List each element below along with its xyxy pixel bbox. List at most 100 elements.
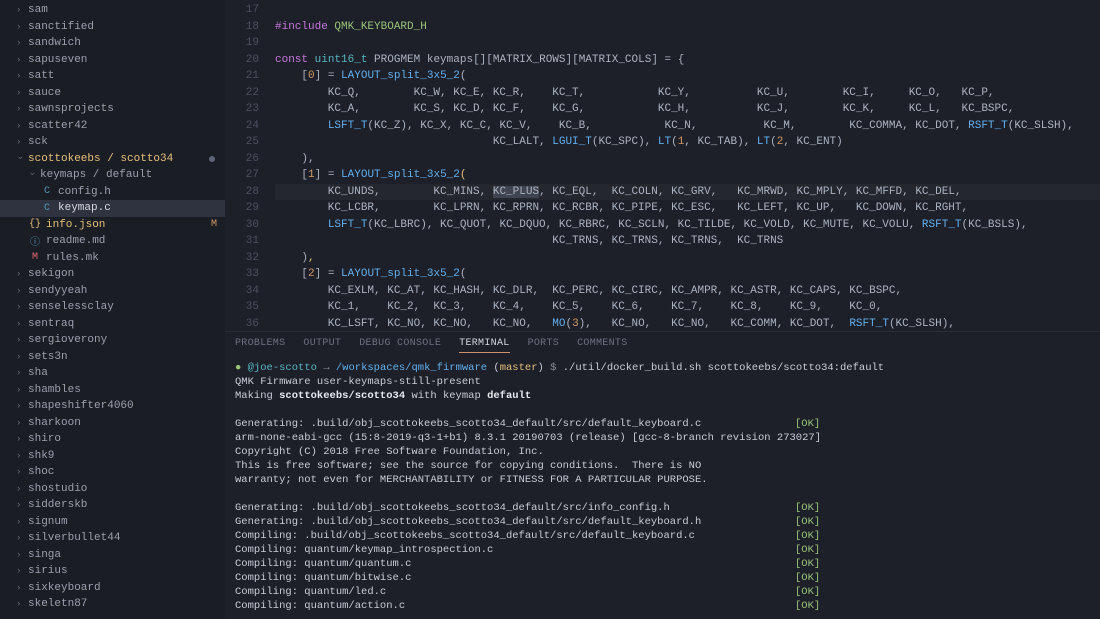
tree-item-label: silverbullet44 [28, 532, 120, 544]
folder-satt[interactable]: ›satt [0, 68, 225, 85]
code-line-23[interactable]: KC_A, KC_S, KC_D, KC_F, KC_G, KC_H, KC_J… [275, 101, 1100, 118]
terminal-output[interactable]: ● @joe-scotto → /workspaces/qmk_firmware… [225, 357, 1100, 619]
folder-sandwich[interactable]: ›sandwich [0, 35, 225, 52]
folder-shiro[interactable]: › shiro [0, 431, 225, 448]
file-info-json[interactable]: {}info.jsonM [0, 217, 225, 234]
folder-sets3n[interactable]: ›sets3n [0, 349, 225, 366]
chevron-right-icon: › [16, 286, 24, 296]
code-line-18[interactable]: #include QMK_KEYBOARD_H [275, 19, 1100, 36]
folder-sendyyeah[interactable]: › sendyyeah [0, 283, 225, 300]
code-line-24[interactable]: LSFT_T(KC_Z), KC_X, KC_C, KC_V, KC_B, KC… [275, 118, 1100, 135]
folder-shk9[interactable]: ›shk9 [0, 448, 225, 465]
code-line-33[interactable]: [2] = LAYOUT_split_3x5_2( [275, 266, 1100, 283]
tree-item-label: shambles [28, 384, 81, 396]
folder-sawnsprojects[interactable]: ›sawnsprojects [0, 101, 225, 118]
panel-tab-comments[interactable]: COMMENTS [577, 338, 627, 353]
chevron-right-icon: › [16, 533, 24, 543]
tree-item-label: satt [28, 70, 54, 82]
bottom-panel: PROBLEMS OUTPUT DEBUG CONSOLE TERMINAL PORTS… [225, 331, 1100, 619]
chevron-right-icon: › [16, 434, 24, 444]
folder-skeletn87[interactable]: ›skeletn87 [0, 596, 225, 613]
panel-tab-terminal[interactable]: TERMINAL [459, 338, 509, 353]
folder-shostudio[interactable]: › shostudio [0, 481, 225, 498]
panel-tab-problems[interactable]: PROBLEMS [235, 338, 285, 353]
chevron-right-icon: › [16, 467, 24, 477]
code-line-30[interactable]: LSFT_T(KC_LBRC), KC_QUOT, KC_DQUO, KC_RB… [275, 217, 1100, 234]
chevron-right-icon: › [16, 302, 24, 312]
folder-sam[interactable]: ›sam [0, 2, 225, 19]
code-line-31[interactable]: KC_TRNS, KC_TRNS, KC_TRNS, KC_TRNS [275, 233, 1100, 250]
folder-sha[interactable]: ›sha [0, 365, 225, 382]
tree-item-label: shiro [28, 433, 61, 445]
folder-sixkeyboard[interactable]: ›sixkeyboard [0, 580, 225, 597]
tree-item-label: shostudio [28, 483, 87, 495]
folder-sck[interactable]: ›sck [0, 134, 225, 151]
folder-sauce[interactable]: ›sauce [0, 85, 225, 102]
code-line-25[interactable]: KC_LALT, LGUI_T(KC_SPC), LT(1, KC_TAB), … [275, 134, 1100, 151]
tree-item-label: sentraq [28, 318, 74, 330]
tree-item-label: senselessclay [28, 301, 114, 313]
folder-keymaps-default[interactable]: ›keymaps / default [0, 167, 225, 184]
tree-item-label: keymaps / default [40, 169, 152, 181]
panel-tabs[interactable]: PROBLEMS OUTPUT DEBUG CONSOLE TERMINAL PORTS… [225, 332, 1100, 357]
folder-signum[interactable]: ›signum [0, 514, 225, 531]
folder-scottokeebs-scotto34[interactable]: ›scottokeebs / scotto34 [0, 151, 225, 168]
file-explorer[interactable]: ›sam›sanctified›sandwich›sapuseven›satt›… [0, 0, 225, 619]
folder-senselessclay[interactable]: › senselessclay [0, 299, 225, 316]
folder-sergioverony[interactable]: ›sergioverony [0, 332, 225, 349]
panel-tab-output[interactable]: OUTPUT [303, 338, 341, 353]
tree-item-label: sendyyeah [28, 285, 87, 297]
json-file-icon: {} [28, 219, 42, 230]
file-rules-mk[interactable]: Mrules.mk [0, 250, 225, 267]
tree-item-label: sidderskb [28, 499, 87, 511]
chevron-right-icon: › [16, 368, 24, 378]
folder-scatter42[interactable]: ›scatter42 [0, 118, 225, 135]
code-line-17[interactable] [275, 2, 1100, 19]
code-line-19[interactable] [275, 35, 1100, 52]
chevron-right-icon: › [16, 484, 24, 494]
folder-silverbullet44[interactable]: › silverbullet44 [0, 530, 225, 547]
tree-item-label: shoc [28, 466, 54, 478]
tree-item-label: readme.md [46, 235, 105, 247]
code-content[interactable]: #include QMK_KEYBOARD_H const uint16_t P… [275, 0, 1100, 331]
code-line-32[interactable]: ), [275, 250, 1100, 267]
code-line-28[interactable]: KC_UNDS, KC_MINS, KC_PLUS, KC_EQL, KC_CO… [275, 184, 1100, 201]
file-readme-md[interactable]: ⓘ readme.md [0, 233, 225, 250]
code-line-22[interactable]: KC_Q, KC_W, KC_E, KC_R, KC_T, KC_Y, KC_U… [275, 85, 1100, 102]
code-line-27[interactable]: [1] = LAYOUT_split_3x5_2( [275, 167, 1100, 184]
code-line-20[interactable]: const uint16_t PROGMEM keymaps[][MATRIX_… [275, 52, 1100, 69]
code-line-36[interactable]: KC_LSFT, KC_NO, KC_NO, KC_NO, MO(3), KC_… [275, 316, 1100, 332]
chevron-right-icon: › [16, 451, 24, 461]
unsaved-dot-icon [209, 156, 215, 162]
chevron-right-icon: › [16, 55, 24, 65]
code-line-29[interactable]: KC_LCBR, KC_LPRN, KC_RPRN, KC_RCBR, KC_P… [275, 200, 1100, 217]
folder-sapuseven[interactable]: › sapuseven [0, 52, 225, 69]
chevron-right-icon: › [16, 500, 24, 510]
folder-singa[interactable]: ›singa [0, 547, 225, 564]
tree-item-label: sanctified [28, 21, 94, 33]
folder-shapeshifter4060[interactable]: ›shapeshifter4060 [0, 398, 225, 415]
modified-badge: M [211, 219, 217, 230]
code-line-35[interactable]: KC_1, KC_2, KC_3, KC_4, KC_5, KC_6, KC_7… [275, 299, 1100, 316]
chevron-right-icon: › [16, 550, 24, 560]
folder-sharkoon[interactable]: ›sharkoon [0, 415, 225, 432]
code-editor[interactable]: 1718192021222324252627282930313233343536… [225, 0, 1100, 331]
folder-sidderskb[interactable]: › sidderskb [0, 497, 225, 514]
folder-sentraq[interactable]: ›sentraq [0, 316, 225, 333]
code-line-26[interactable]: ), [275, 151, 1100, 168]
markdown-file-icon: ⓘ [28, 233, 42, 249]
panel-tab-ports[interactable]: PORTS [528, 338, 560, 353]
code-line-34[interactable]: KC_EXLM, KC_AT, KC_HASH, KC_DLR, KC_PERC… [275, 283, 1100, 300]
folder-shoc[interactable]: › shoc [0, 464, 225, 481]
chevron-right-icon: › [16, 22, 24, 32]
code-line-21[interactable]: [0] = LAYOUT_split_3x5_2( [275, 68, 1100, 85]
panel-tab-debug-console[interactable]: DEBUG CONSOLE [359, 338, 441, 353]
folder-shambles[interactable]: ›shambles [0, 382, 225, 399]
tree-item-label: sapuseven [28, 54, 87, 66]
folder-sekigon[interactable]: ›sekigon [0, 266, 225, 283]
file-config-h[interactable]: Cconfig.h [0, 184, 225, 201]
file-keymap-c[interactable]: Ckeymap.c [0, 200, 225, 217]
chevron-right-icon: › [16, 599, 24, 609]
folder-sirius[interactable]: ›sirius [0, 563, 225, 580]
folder-sanctified[interactable]: › sanctified [0, 19, 225, 36]
